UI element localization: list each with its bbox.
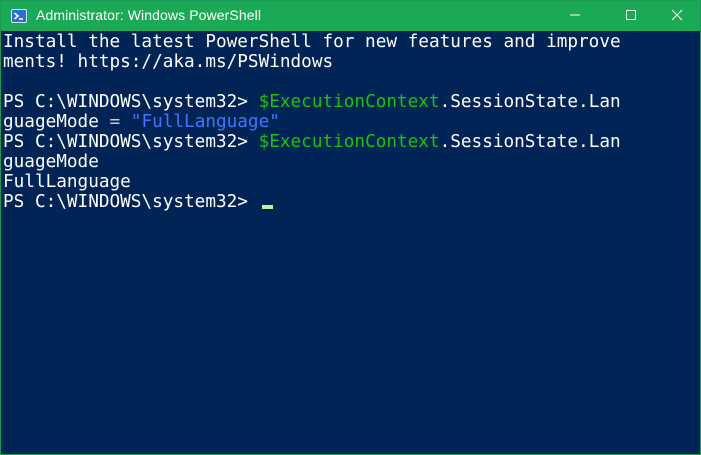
command-output: FullLanguage — [3, 172, 131, 192]
minimize-icon — [569, 8, 581, 24]
current-prompt-line[interactable]: PS C:\WINDOWS\system32> — [3, 192, 273, 212]
close-button[interactable] — [654, 1, 700, 31]
powershell-icon[interactable] — [11, 8, 27, 24]
title-bar[interactable]: Administrator: Windows PowerShell — [1, 1, 700, 31]
banner-line: Install the latest PowerShell for new fe… — [3, 32, 621, 52]
variable-token: $ExecutionContext — [258, 132, 440, 152]
scrollbar[interactable] — [697, 31, 700, 454]
minimize-button[interactable] — [552, 1, 598, 31]
powershell-window: Administrator: Windows PowerShell Instal… — [0, 0, 701, 455]
banner-line: ments! https://aka.ms/PSWindows — [3, 52, 334, 72]
prompt: PS C:\WINDOWS\system32> — [3, 92, 259, 112]
member-token: guageMode — [3, 152, 99, 172]
command-line-wrap: guageMode = "FullLanguage" — [3, 112, 280, 132]
command-line: PS C:\WINDOWS\system32> $ExecutionContex… — [3, 132, 621, 152]
text-cursor — [261, 205, 273, 209]
operator-token: = — [98, 112, 131, 132]
member-token: .SessionState.Lan — [439, 132, 621, 152]
command-line: PS C:\WINDOWS\system32> $ExecutionContex… — [3, 92, 621, 112]
variable-token: $ExecutionContext — [258, 92, 440, 112]
window-title: Administrator: Windows PowerShell — [36, 7, 262, 23]
console-area[interactable]: Install the latest PowerShell for new fe… — [1, 31, 700, 454]
prompt: PS C:\WINDOWS\system32> — [3, 192, 259, 212]
maximize-icon — [625, 8, 637, 24]
prompt: PS C:\WINDOWS\system32> — [3, 132, 259, 152]
close-icon — [671, 8, 683, 24]
string-token: "FullLanguage" — [130, 112, 280, 132]
maximize-button[interactable] — [608, 1, 654, 31]
member-token: guageMode — [3, 112, 99, 132]
command-line-wrap: guageMode — [3, 152, 99, 172]
member-token: .SessionState.Lan — [439, 92, 621, 112]
